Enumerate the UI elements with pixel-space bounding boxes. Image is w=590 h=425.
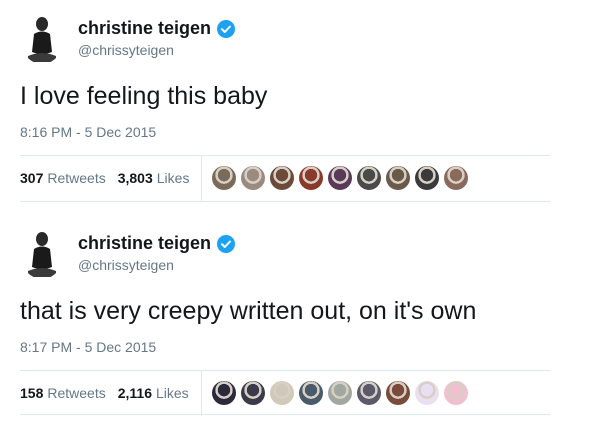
liker-avatar[interactable] — [443, 381, 468, 405]
like-count[interactable]: 3,803 Likes — [118, 170, 190, 186]
divider — [20, 414, 550, 415]
author-handle[interactable]: @chrissyteigen — [78, 42, 235, 58]
stats-separator — [201, 155, 203, 201]
liker-avatar[interactable] — [270, 166, 295, 190]
liker-avatars — [211, 381, 473, 405]
like-label: Likes — [156, 170, 190, 186]
tweet-stats: 307 Retweets 3,803 Likes — [20, 155, 473, 201]
liker-avatar[interactable] — [299, 166, 324, 190]
retweet-number: 307 — [20, 170, 44, 186]
liker-avatar[interactable] — [212, 166, 237, 190]
author-handle[interactable]: @chrissyteigen — [78, 257, 235, 273]
like-count[interactable]: 2,116 Likes — [118, 385, 189, 401]
stats-separator — [200, 370, 202, 416]
divider — [20, 201, 550, 202]
retweet-number: 158 — [20, 385, 44, 401]
liker-avatar[interactable] — [415, 166, 440, 190]
liker-avatar[interactable] — [240, 381, 265, 405]
liker-avatar[interactable] — [444, 166, 469, 190]
liker-avatar[interactable] — [211, 381, 236, 405]
tweet-timestamp[interactable]: 8:16 PM - 5 Dec 2015 — [20, 124, 156, 140]
liker-avatars — [212, 166, 473, 190]
author-block: christine teigen @chrissyteigen — [78, 18, 236, 58]
verified-badge-icon — [217, 19, 236, 38]
retweet-count[interactable]: 307 Retweets — [20, 170, 106, 186]
tweet-timestamp[interactable]: 8:17 PM - 5 Dec 2015 — [20, 339, 156, 355]
like-number: 3,803 — [117, 170, 153, 186]
liker-avatar[interactable] — [327, 381, 352, 405]
like-number: 2,116 — [117, 385, 152, 401]
like-label: Likes — [155, 385, 189, 401]
tweet-text: I love feeling this baby — [20, 82, 268, 110]
retweet-count[interactable]: 158 Retweets — [20, 385, 106, 401]
author-name[interactable]: christine teigen — [78, 233, 211, 254]
avatar[interactable] — [20, 12, 64, 64]
liker-avatar[interactable] — [356, 381, 381, 405]
liker-avatar[interactable] — [241, 166, 266, 190]
avatar[interactable] — [20, 227, 64, 279]
liker-avatar[interactable] — [414, 381, 439, 405]
retweet-label: Retweets — [47, 385, 106, 401]
tweet-stats: 158 Retweets 2,116 Likes — [20, 370, 473, 416]
tweet-text: that is very creepy written out, on it's… — [20, 297, 477, 325]
liker-avatar[interactable] — [385, 381, 410, 405]
liker-avatar[interactable] — [269, 381, 294, 405]
author-block: christine teigen @chrissyteigen — [78, 233, 236, 273]
verified-badge-icon — [217, 234, 236, 253]
author-name[interactable]: christine teigen — [78, 18, 211, 39]
liker-avatar[interactable] — [386, 166, 411, 190]
liker-avatar[interactable] — [357, 166, 382, 190]
liker-avatar[interactable] — [298, 381, 323, 405]
retweet-label: Retweets — [47, 170, 106, 186]
liker-avatar[interactable] — [328, 166, 353, 190]
